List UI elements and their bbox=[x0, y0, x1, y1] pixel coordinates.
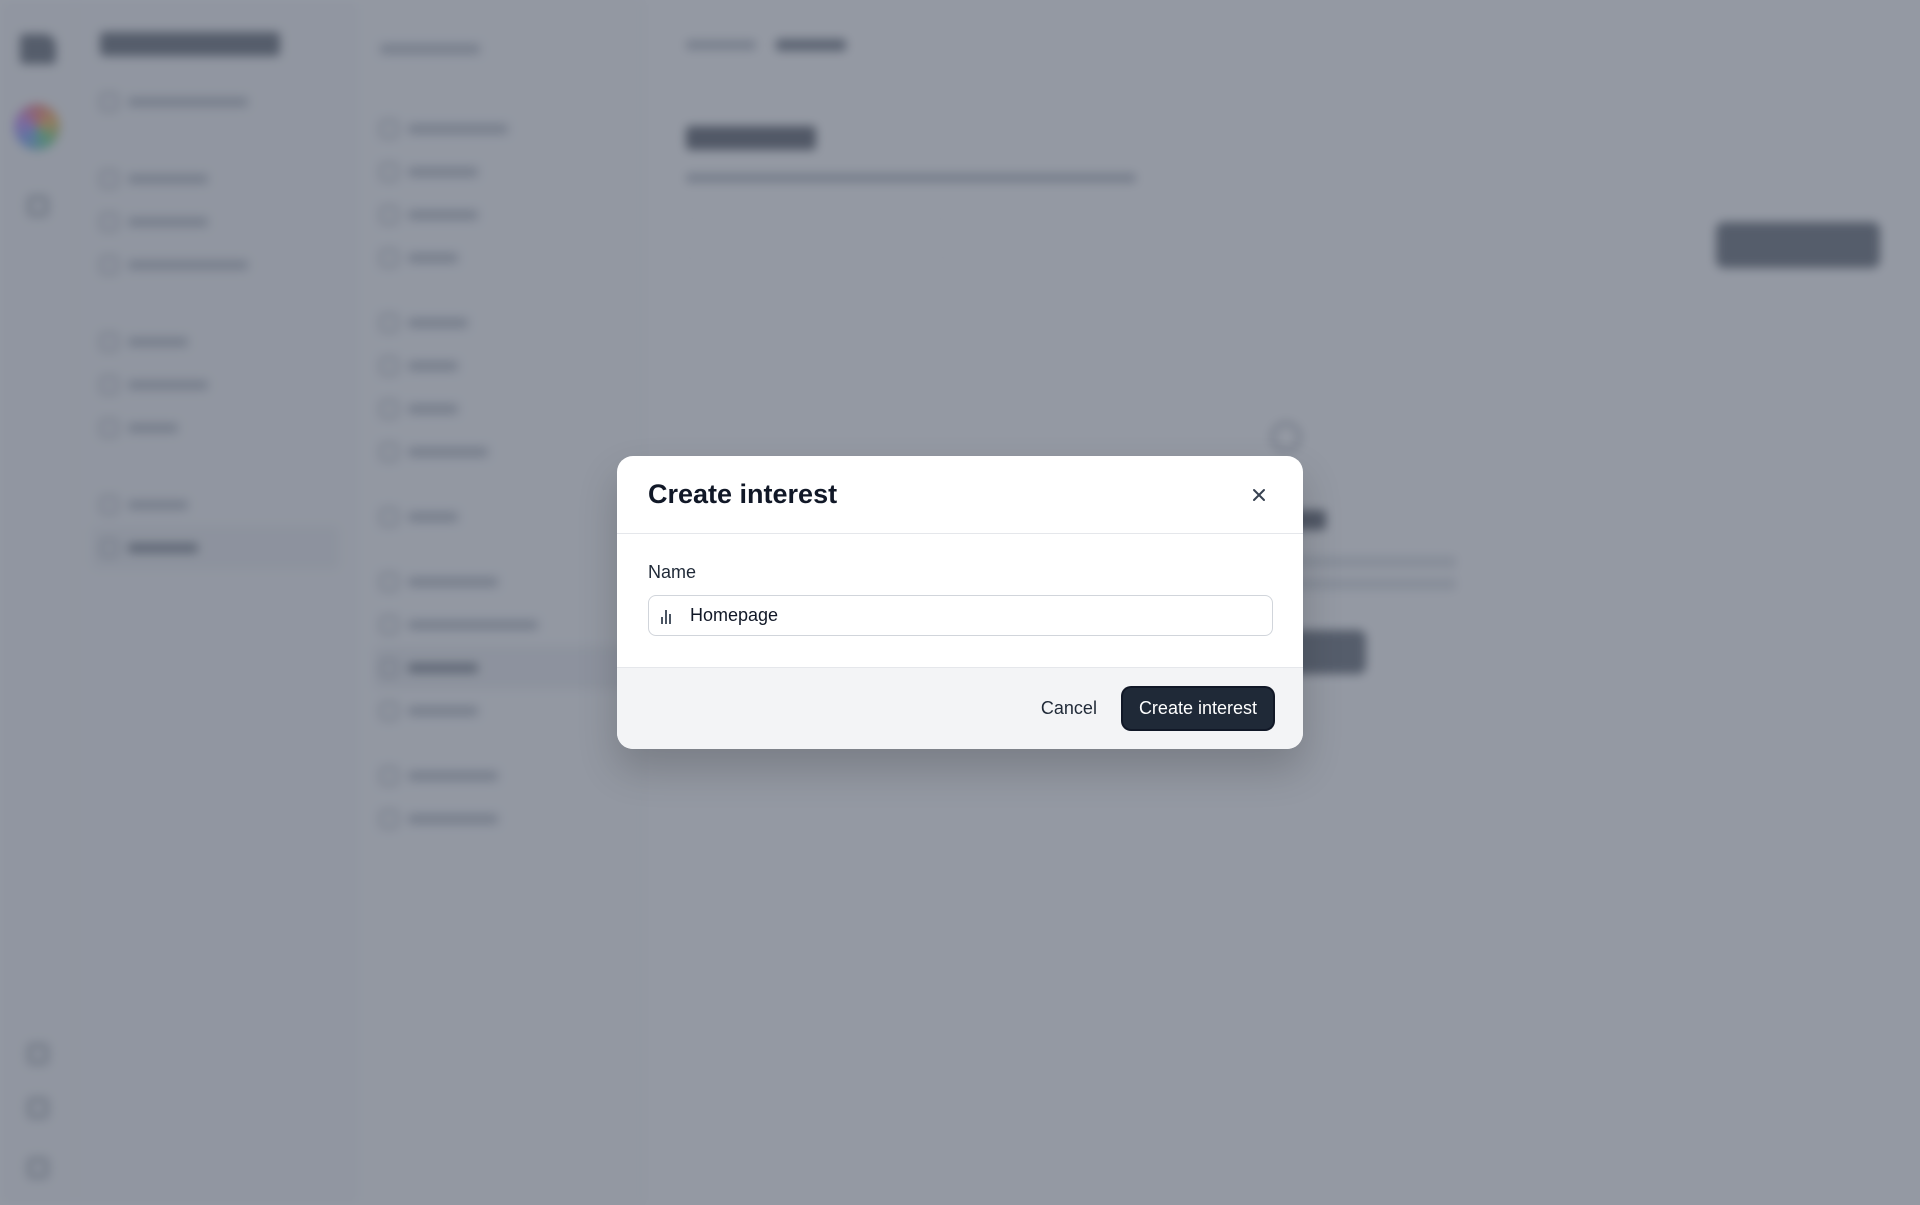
dialog-body: Name bbox=[617, 534, 1303, 667]
dialog-footer: Cancel Create interest bbox=[617, 667, 1303, 749]
dialog-title: Create interest bbox=[648, 479, 838, 509]
name-input[interactable] bbox=[690, 605, 1260, 626]
cancel-button[interactable]: Cancel bbox=[1041, 698, 1097, 719]
create-interest-button[interactable]: Create interest bbox=[1122, 688, 1273, 729]
close-button[interactable] bbox=[1243, 479, 1275, 511]
name-field[interactable] bbox=[648, 595, 1273, 636]
close-icon bbox=[1253, 488, 1265, 501]
name-label: Name bbox=[648, 562, 697, 582]
bar-chart-icon bbox=[661, 608, 677, 624]
create-interest-dialog: Create interest Name Cancel Create inter… bbox=[617, 456, 1303, 749]
dialog-header: Create interest bbox=[617, 456, 1303, 534]
